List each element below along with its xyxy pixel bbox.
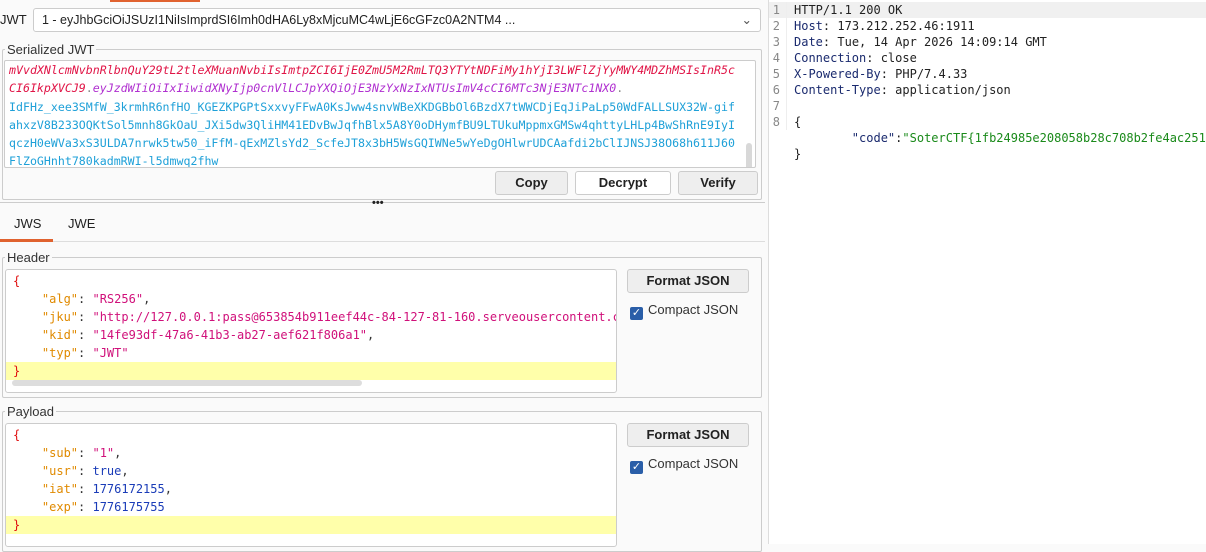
open-brace: {	[13, 428, 21, 442]
http-response-viewer[interactable]: 1 HTTP/1.1 200 OK 2 Host: 173.212.252.46:1…	[769, 2, 1206, 162]
json-value: 1776175755	[92, 500, 165, 514]
payload-legend: Payload	[7, 404, 54, 419]
close-brace: }	[13, 364, 21, 378]
response-line: 4 Connection: close	[769, 50, 1206, 66]
json-key: "sub"	[41, 446, 79, 460]
response-line: 6 Content-Type: application/json	[769, 82, 1206, 98]
response-panel: 1 HTTP/1.1 200 OK 2 Host: 173.212.252.46:1…	[768, 0, 1206, 544]
chevron-down-icon: ⌄	[741, 13, 752, 27]
scrollbar[interactable]	[746, 143, 752, 167]
jwt-select-value: 1 - eyJhbGciOiJSUzI1NiIsImprdSI6Imh0dHA6…	[42, 13, 516, 27]
header-legend: Header	[7, 250, 50, 265]
response-line: 1 HTTP/1.1 200 OK	[769, 2, 1206, 18]
open-brace: {	[13, 274, 21, 288]
response-line: 2 Host: 173.212.252.46:1911	[769, 18, 1206, 34]
close-brace: }	[13, 518, 21, 532]
token-signature-part: IdFHz_xee3SMfW_3krmhR6nfHO_KGEZKPGPtSxxv…	[9, 99, 735, 168]
compact-json-label: Compact JSON	[648, 456, 739, 471]
tab-jwe[interactable]: JWE	[68, 216, 95, 231]
json-value: "1"	[92, 446, 115, 460]
json-key: "exp"	[41, 500, 79, 514]
tab-jws[interactable]: JWS	[14, 216, 41, 231]
checkmark-icon: ✓	[630, 461, 643, 474]
json-value: "JWT"	[92, 346, 129, 360]
tab-active-underline	[0, 239, 53, 242]
jwt-editor-panel: JWT 1 - eyJhbGciOiJSUzI1NiIsImprdSI6Imh0…	[0, 0, 765, 552]
response-line: "code":"SoterCTF{1fb24985e208058b28c708b…	[769, 130, 1206, 146]
response-line: 5 X-Powered-By: PHP/7.4.33	[769, 66, 1206, 82]
tab-bar: JWS JWE	[0, 206, 765, 242]
compact-json-checkbox[interactable]: ✓ Compact JSON	[630, 302, 738, 320]
json-key: "jku"	[41, 310, 79, 324]
format-json-button[interactable]: Format JSON	[627, 269, 749, 293]
json-value: 1776172155	[92, 482, 165, 496]
serialized-jwt-textarea[interactable]: mVvdXNlcmNvbnRlbnQuY29tL2tleXMuanNvbiIsI…	[4, 60, 756, 168]
format-json-button[interactable]: Format JSON	[627, 423, 749, 447]
decrypt-button[interactable]: Decrypt	[575, 171, 671, 195]
serialized-jwt-legend: Serialized JWT	[7, 42, 95, 57]
json-value: "RS256"	[92, 292, 144, 306]
header-json-editor[interactable]: { "alg": "RS256", "jku": "http://127.0.0…	[5, 269, 617, 393]
active-tab-indicator	[110, 0, 200, 2]
checkmark-icon: ✓	[630, 307, 643, 320]
json-value: true	[92, 464, 122, 478]
response-line: 8{	[769, 114, 1206, 130]
json-key: "typ"	[41, 346, 79, 360]
response-line: }	[794, 147, 802, 161]
response-line: 7	[769, 98, 1206, 114]
copy-button[interactable]: Copy	[495, 171, 568, 195]
json-key: "kid"	[41, 328, 79, 342]
json-key: "code"	[851, 131, 896, 145]
jwt-select[interactable]: 1 - eyJhbGciOiJSUzI1NiIsImprdSI6Imh0dHA6…	[33, 8, 761, 32]
json-key: "iat"	[41, 482, 79, 496]
jwt-label: JWT	[0, 12, 27, 27]
json-key: "alg"	[41, 292, 79, 306]
compact-json-label: Compact JSON	[648, 302, 739, 317]
verify-button[interactable]: Verify	[678, 171, 758, 195]
scrollbar[interactable]	[12, 380, 362, 386]
response-line: 3 Date: Tue, 14 Apr 2026 14:09:14 GMT	[769, 34, 1206, 50]
payload-json-editor[interactable]: { "sub": "1", "usr": true, "iat": 177617…	[5, 423, 617, 547]
compact-json-checkbox[interactable]: ✓ Compact JSON	[630, 456, 738, 474]
json-value: "14fe93df-47a6-41b3-ab27-aef621f806a1"	[92, 328, 368, 342]
flag-value: "SoterCTF{1fb24985e208058b28c708b2fe4ac2…	[902, 131, 1206, 145]
json-value: "http://127.0.0.1:pass@653854b911eef44c-…	[92, 310, 616, 324]
json-key: "usr"	[41, 464, 79, 478]
token-payload-part: eyJzdWIiOiIxIiwidXNyIjp0cnVlLCJpYXQiOjE3…	[92, 81, 617, 96]
